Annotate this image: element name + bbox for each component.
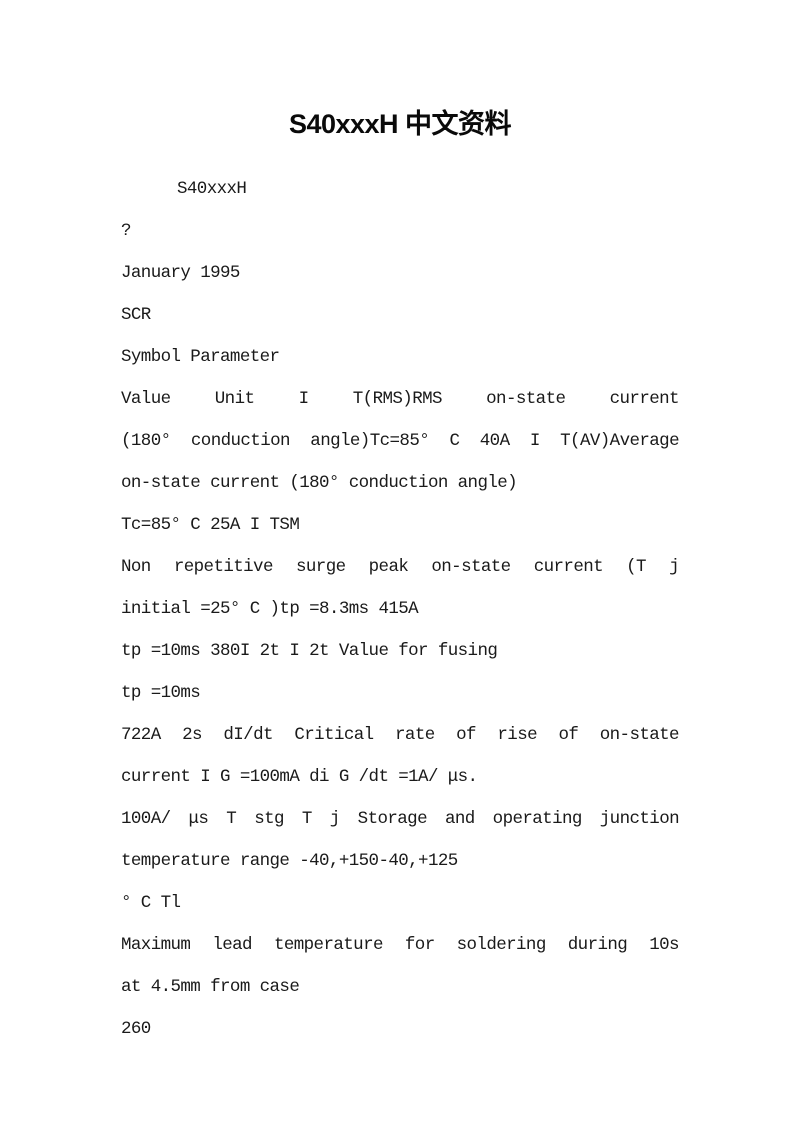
text-line: ° C Tl (121, 893, 181, 913)
text-line: ? (121, 221, 132, 241)
word: Unit (214, 389, 255, 409)
word: Critical (294, 725, 374, 745)
text-line: Maximum lead temperature for soldering during… (121, 924, 680, 966)
text-line: 260 (121, 1019, 151, 1039)
text-line: S40xxxH (177, 179, 247, 199)
word: I (298, 389, 310, 409)
text-line: Non repetitive surge peak on-state current (T j (121, 546, 680, 588)
word: j (329, 809, 341, 829)
text-line: at 4.5mm from case (121, 977, 300, 997)
word: Maximum (121, 935, 191, 955)
text-line: (180° conduction angle)Tc=85° C 40A I T(AV)Ave… (121, 420, 680, 462)
word: (T (626, 557, 646, 577)
word: C (449, 431, 461, 451)
word: I (529, 431, 541, 451)
word: on-state (431, 557, 511, 577)
word: 722A (121, 725, 161, 745)
text-line: January 1995 (121, 263, 240, 283)
word: operating (492, 809, 583, 829)
word: for (404, 935, 435, 955)
word: junction (599, 809, 680, 829)
word: and (444, 809, 475, 829)
word: of (456, 725, 476, 745)
word: T (301, 809, 313, 829)
word: of (558, 725, 579, 745)
word: 40A (479, 431, 510, 451)
word: dI/dt (223, 725, 273, 745)
text-line: 100A/μs Tstg Tj Storage and operating junction (121, 798, 680, 840)
word: rise (497, 725, 537, 745)
text-line: tp =10ms (121, 683, 201, 703)
text-line: on-state current (180° conduction angle) (121, 473, 518, 493)
word: current (609, 389, 680, 409)
word: on-state (599, 725, 680, 745)
word: Non (121, 557, 151, 577)
document-page: S40xxxH 中文资料 S40xxxH? January 1995 SCR Symb… (0, 0, 800, 1132)
word: Storage (357, 809, 428, 829)
text-line: temperature range -40,+150-40,+125 (121, 851, 458, 871)
word: stg (254, 809, 284, 829)
word: j (669, 557, 680, 577)
text-line: Symbol Parameter (121, 347, 280, 367)
word: during (567, 935, 628, 955)
text-line: current I G =100mA di G /dt =1A/ μs. (121, 767, 478, 787)
word: temperature (273, 935, 384, 955)
word: μs (188, 809, 209, 829)
word: rate (395, 725, 435, 745)
word: 2s (182, 725, 202, 745)
word: conduction (190, 431, 291, 451)
document-body: S40xxxH? January 1995 SCR Symbol Parameter V… (121, 168, 680, 1050)
word: 10s (649, 935, 679, 955)
word: T (226, 809, 237, 829)
text-line: SCR (121, 305, 151, 325)
word: angle)Tc=85° (310, 431, 430, 451)
word: surge (296, 557, 346, 577)
document-title: S40xxxH 中文资料 (288, 109, 512, 139)
word: Value (121, 389, 171, 409)
word: 100A/ (121, 809, 171, 829)
text-line: 722A 2s dI/dt Critical rate of rise of on-state (121, 714, 680, 756)
word: on-state (486, 389, 566, 409)
word: lead (212, 935, 252, 955)
text-line: Tc=85° C 25A I TSM (121, 515, 300, 535)
text-line: Value Unit I T(RMS)RMS on-state current (121, 378, 680, 420)
word: repetitive (173, 557, 274, 577)
word: T(AV)Average (560, 431, 679, 451)
word: peak (368, 557, 409, 577)
word: soldering (456, 935, 547, 955)
word: (180° (121, 431, 171, 451)
word: T(RMS)RMS (352, 389, 443, 409)
text-line: tp =10ms 380I 2t I 2t Value for fusing (121, 641, 498, 661)
text-line: initial =25° C )tp =8.3ms 415A (121, 599, 419, 619)
word: current (533, 557, 604, 577)
